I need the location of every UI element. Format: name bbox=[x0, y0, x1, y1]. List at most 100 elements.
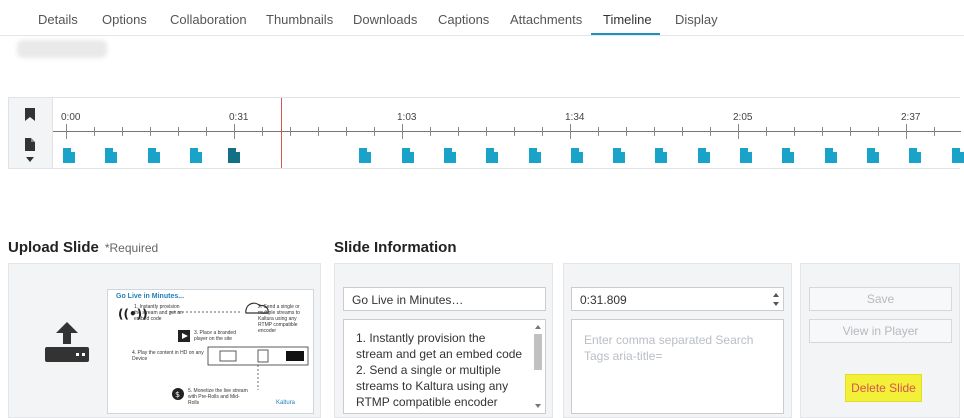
tab-timeline[interactable]: Timeline bbox=[603, 12, 652, 27]
tab-details[interactable]: Details bbox=[38, 12, 78, 27]
slide-time-input[interactable]: 0:31.809 bbox=[571, 287, 784, 311]
minor-tick bbox=[318, 127, 319, 136]
minor-tick bbox=[458, 127, 459, 136]
time-label: 0:00 bbox=[61, 112, 81, 123]
svg-text:$: $ bbox=[175, 390, 180, 399]
tab-captions[interactable]: Captions bbox=[438, 12, 489, 27]
minor-tick bbox=[290, 127, 291, 136]
major-tick bbox=[906, 124, 907, 139]
slide-marker[interactable] bbox=[147, 148, 160, 163]
minor-tick bbox=[626, 127, 627, 136]
view-in-player-button[interactable]: View in Player bbox=[809, 319, 952, 343]
scrollbar-thumb[interactable] bbox=[534, 334, 542, 370]
slide-marker[interactable] bbox=[486, 148, 499, 163]
slide-time-value: 0:31.809 bbox=[580, 293, 627, 307]
thumbnail-brand: Kaltura bbox=[276, 400, 296, 406]
major-tick bbox=[738, 124, 739, 139]
thumbnail-step5: 5. Monetize the live stream with Pre-Rol… bbox=[188, 388, 248, 406]
tab-attachments[interactable]: Attachments bbox=[510, 12, 582, 27]
slide-description-text: 1. Instantly provision the stream and ge… bbox=[356, 331, 523, 409]
minor-tick bbox=[514, 127, 515, 136]
slide-marker[interactable] bbox=[63, 148, 75, 163]
slide-marker[interactable] bbox=[359, 148, 372, 163]
tab-bar: Details Options Collaboration Thumbnails… bbox=[0, 0, 964, 36]
timeline: 0:00 0:31 1:03 1:34 2:05 2:37 bbox=[8, 97, 964, 169]
slide-marker[interactable] bbox=[951, 148, 964, 163]
thumbnail-step3: 3. Place a branded player on the site bbox=[194, 330, 236, 342]
slide-marker[interactable] bbox=[105, 148, 118, 163]
thumbnail-step1: 1. Instantly provision the stream and ge… bbox=[134, 304, 183, 322]
major-tick bbox=[402, 124, 403, 139]
slide-marker[interactable] bbox=[655, 148, 668, 163]
slide-marker[interactable] bbox=[528, 148, 541, 163]
chevron-down-icon[interactable] bbox=[26, 157, 34, 162]
timeline-toolbar bbox=[9, 98, 51, 168]
playhead[interactable] bbox=[281, 98, 282, 168]
tab-thumbnails[interactable]: Thumbnails bbox=[266, 12, 333, 27]
minor-tick bbox=[94, 127, 95, 136]
slide-marker[interactable] bbox=[866, 148, 879, 163]
tab-collaboration[interactable]: Collaboration bbox=[170, 12, 247, 27]
minor-tick bbox=[262, 127, 263, 136]
minor-tick bbox=[850, 127, 851, 136]
minor-tick bbox=[150, 127, 151, 136]
tab-options[interactable]: Options bbox=[102, 12, 147, 27]
slide-marker[interactable] bbox=[189, 148, 202, 163]
save-button[interactable]: Save bbox=[809, 287, 952, 311]
slide-marker[interactable] bbox=[909, 148, 922, 163]
slide-marker[interactable] bbox=[613, 148, 626, 163]
time-label: 0:31 bbox=[229, 112, 249, 123]
minor-tick bbox=[654, 127, 655, 136]
slide-marker[interactable] bbox=[740, 148, 752, 163]
major-tick bbox=[234, 124, 235, 139]
minor-tick bbox=[598, 127, 599, 136]
time-label: 1:03 bbox=[397, 112, 417, 123]
required-note: *Required bbox=[104, 241, 159, 255]
slide-marker[interactable] bbox=[782, 148, 795, 163]
active-tab-indicator bbox=[591, 33, 660, 35]
minor-tick bbox=[206, 127, 207, 136]
minor-tick bbox=[178, 127, 179, 136]
actions-panel: Save View in Player Delete Slide bbox=[800, 263, 960, 418]
blurred-entry-name bbox=[17, 40, 107, 58]
minor-tick bbox=[710, 127, 711, 136]
delete-slide-button[interactable]: Delete Slide bbox=[845, 374, 922, 402]
timeline-track[interactable]: 0:00 0:31 1:03 1:34 2:05 2:37 bbox=[52, 98, 964, 168]
slide-marker[interactable] bbox=[401, 148, 414, 163]
time-tags-panel: 0:31.809 Enter comma separated Search Ta… bbox=[563, 263, 792, 418]
slide-title-input[interactable]: Go Live in Minutes… bbox=[343, 287, 546, 311]
slide-marker[interactable] bbox=[443, 148, 456, 163]
timeline-axis bbox=[53, 131, 961, 132]
slide-marker[interactable] bbox=[570, 148, 583, 163]
minor-tick bbox=[374, 127, 375, 136]
slide-info-panel: Go Live in Minutes… 1. Instantly provisi… bbox=[334, 263, 553, 418]
minor-tick bbox=[486, 127, 487, 136]
scroll-up-icon[interactable] bbox=[535, 325, 541, 329]
slide-marker[interactable] bbox=[824, 148, 837, 163]
minor-tick bbox=[794, 127, 795, 136]
scroll-down-icon[interactable] bbox=[535, 404, 541, 408]
time-spinner[interactable] bbox=[773, 293, 779, 307]
minor-tick bbox=[542, 127, 543, 136]
slide-description-textarea[interactable]: 1. Instantly provision the stream and ge… bbox=[343, 319, 546, 414]
spin-up-icon[interactable] bbox=[773, 293, 779, 297]
tab-display[interactable]: Display bbox=[675, 12, 718, 27]
upload-panel: Go Live in Minutes... ((•)) $ 1. Instant… bbox=[8, 263, 321, 418]
slide-marker[interactable] bbox=[697, 148, 710, 163]
slide-page-icon[interactable] bbox=[25, 138, 35, 156]
slide-information-heading: Slide Information bbox=[334, 239, 457, 256]
slide-thumbnail: Go Live in Minutes... ((•)) $ 1. Instant… bbox=[107, 289, 314, 414]
bookmark-icon[interactable] bbox=[25, 108, 35, 126]
tab-downloads[interactable]: Downloads bbox=[353, 12, 417, 27]
thumbnail-step2: 2. Send a single or multiple streams to … bbox=[258, 304, 300, 334]
search-tags-textarea[interactable]: Enter comma separated Search Tags aria-t… bbox=[571, 319, 784, 414]
upload-slide-heading: Upload Slide *Required bbox=[8, 239, 158, 256]
minor-tick bbox=[878, 127, 879, 136]
time-label: 1:34 bbox=[565, 112, 585, 123]
slide-marker-selected[interactable] bbox=[228, 148, 240, 163]
upload-slide-title: Upload Slide bbox=[8, 239, 99, 256]
minor-tick bbox=[122, 127, 123, 136]
upload-icon[interactable] bbox=[45, 322, 89, 367]
major-tick bbox=[570, 124, 571, 139]
spin-down-icon[interactable] bbox=[773, 302, 779, 306]
